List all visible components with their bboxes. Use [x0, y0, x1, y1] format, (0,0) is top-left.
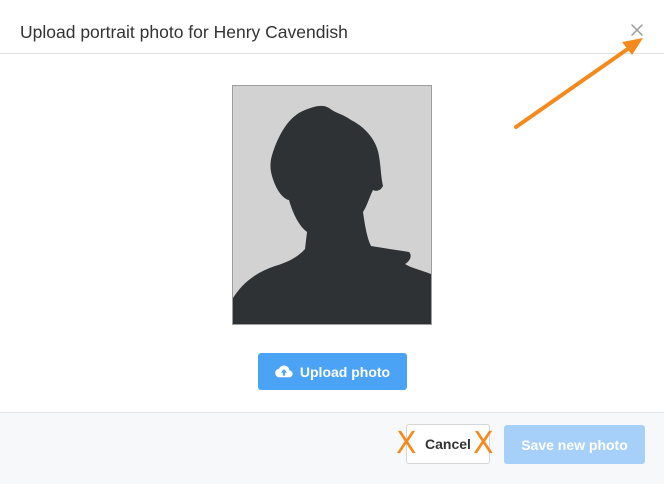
dialog-title: Upload portrait photo for Henry Cavendis… — [20, 22, 348, 42]
cancel-label: Cancel — [425, 436, 471, 452]
close-icon-glyph — [631, 24, 643, 36]
annotation-x-mark-right: X — [473, 426, 494, 461]
portrait-preview — [232, 85, 432, 325]
person-silhouette-icon — [233, 105, 431, 324]
upload-photo-button[interactable]: Upload photo — [258, 353, 407, 390]
upload-photo-label: Upload photo — [299, 363, 391, 380]
annotation-x-mark-left: X — [396, 426, 417, 461]
dialog-header: Upload portrait photo for Henry Cavendis… — [0, 0, 664, 54]
save-new-photo-button[interactable]: Save new photo — [504, 425, 645, 464]
close-icon[interactable] — [629, 22, 645, 38]
cloud-upload-icon — [275, 365, 293, 379]
upload-portrait-dialog: Upload portrait photo for Henry Cavendis… — [0, 0, 664, 484]
save-label: Save new photo — [521, 436, 628, 453]
